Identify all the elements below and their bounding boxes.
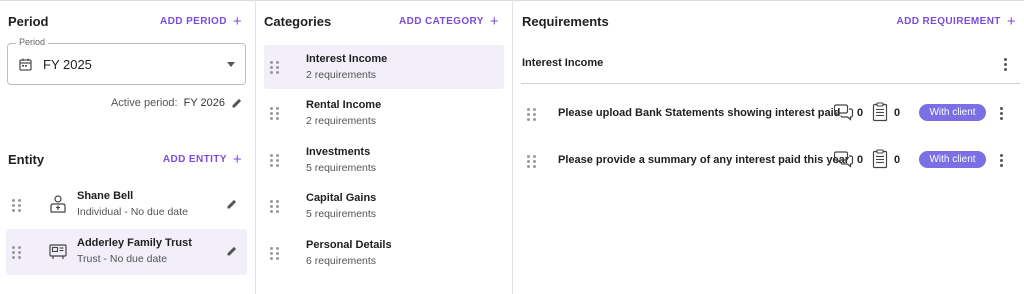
requirements-category-title: Interest Income	[522, 57, 604, 69]
plus-icon: +	[1006, 12, 1016, 30]
category-name: Interest Income	[306, 53, 388, 65]
more-vert-icon[interactable]	[1002, 58, 1008, 71]
requirements-title: Requirements	[522, 13, 609, 29]
chevron-down-icon	[227, 62, 235, 67]
divider	[521, 83, 1020, 84]
add-period-button[interactable]: ADD PERIOD +	[160, 14, 242, 29]
comment-count: 0	[857, 107, 864, 119]
clipboard-icon[interactable]	[872, 102, 888, 122]
document-count: 0	[894, 107, 901, 119]
drag-handle-icon[interactable]	[12, 199, 21, 212]
drag-handle-icon[interactable]	[527, 155, 536, 168]
more-vert-icon[interactable]	[998, 154, 1004, 167]
entity-item-shane-bell[interactable]: Shane Bell Individual - No due date	[6, 182, 247, 228]
add-entity-label: ADD ENTITY	[162, 153, 227, 165]
category-item-interest-income[interactable]: Interest Income 2 requirements	[264, 45, 504, 89]
category-name: Capital Gains	[306, 192, 377, 204]
plus-icon: +	[232, 12, 242, 30]
add-requirement-label: ADD REQUIREMENT	[896, 15, 1001, 27]
categories-panel: Categories ADD CATEGORY + Interest Incom…	[256, 0, 513, 294]
category-count: 5 requirements	[306, 162, 377, 174]
active-period-value: FY 2026	[183, 97, 225, 109]
drag-handle-icon[interactable]	[270, 200, 279, 213]
drag-handle-icon[interactable]	[12, 246, 21, 259]
period-select[interactable]: Period FY 2025	[7, 37, 246, 85]
entity-name: Adderley Family Trust	[77, 237, 192, 249]
plus-icon: +	[489, 12, 499, 30]
period-selected-value: FY 2025	[43, 57, 92, 72]
plus-icon: +	[232, 150, 242, 168]
comments-icon[interactable]	[834, 150, 854, 168]
add-requirement-button[interactable]: ADD REQUIREMENT +	[896, 14, 1016, 29]
add-entity-button[interactable]: ADD ENTITY +	[163, 152, 242, 167]
category-name: Investments	[306, 146, 371, 158]
drag-handle-icon[interactable]	[270, 154, 279, 167]
clipboard-icon[interactable]	[872, 149, 888, 169]
period-header: Period ADD PERIOD +	[0, 11, 255, 31]
drag-handle-icon[interactable]	[270, 107, 279, 120]
edit-icon[interactable]	[226, 245, 238, 257]
period-field-label: Period	[16, 37, 49, 47]
trust-icon	[49, 244, 67, 259]
status-badge[interactable]: With client	[919, 104, 986, 121]
entity-subtitle: Trust - No due date	[77, 253, 168, 265]
requirement-text: Please upload Bank Statements showing in…	[558, 107, 841, 119]
categories-header: Categories ADD CATEGORY +	[256, 11, 512, 31]
add-category-label: ADD CATEGORY	[399, 15, 484, 27]
comment-count: 0	[857, 154, 864, 166]
status-badge[interactable]: With client	[919, 151, 986, 168]
category-item-personal-details[interactable]: Personal Details 6 requirements	[264, 231, 504, 275]
add-period-label: ADD PERIOD	[160, 15, 227, 27]
add-category-button[interactable]: ADD CATEGORY +	[399, 14, 499, 29]
calendar-icon	[19, 58, 32, 71]
comments-icon[interactable]	[834, 103, 854, 121]
category-name: Rental Income	[306, 99, 382, 111]
period-entity-panel: Period ADD PERIOD + Period FY 2025 Activ…	[0, 0, 256, 294]
person-icon	[50, 195, 66, 213]
category-name: Personal Details	[306, 239, 392, 251]
drag-handle-icon[interactable]	[527, 108, 536, 121]
period-title: Period	[8, 13, 49, 29]
category-item-capital-gains[interactable]: Capital Gains 5 requirements	[264, 184, 504, 228]
requirement-row[interactable]: Please upload Bank Statements showing in…	[513, 99, 1024, 129]
more-vert-icon[interactable]	[998, 107, 1004, 120]
category-count: 6 requirements	[306, 255, 377, 267]
edit-icon[interactable]	[231, 97, 243, 109]
category-count: 5 requirements	[306, 208, 377, 220]
requirement-text: Please provide a summary of any interest…	[558, 154, 850, 166]
entity-item-adderley-family-trust[interactable]: Adderley Family Trust Trust - No due dat…	[6, 229, 247, 275]
category-item-investments[interactable]: Investments 5 requirements	[264, 138, 504, 182]
active-period: Active period: FY 2026	[111, 97, 243, 109]
entity-header: Entity ADD ENTITY +	[0, 149, 255, 169]
entity-subtitle: Individual - No due date	[77, 206, 188, 218]
drag-handle-icon[interactable]	[270, 61, 279, 74]
requirements-header: Requirements ADD REQUIREMENT +	[513, 11, 1024, 31]
entity-name: Shane Bell	[77, 190, 134, 202]
edit-icon[interactable]	[226, 198, 238, 210]
requirement-row[interactable]: Please provide a summary of any interest…	[513, 146, 1024, 176]
document-count: 0	[894, 154, 901, 166]
entity-title: Entity	[8, 151, 45, 167]
category-count: 2 requirements	[306, 115, 377, 127]
category-item-rental-income[interactable]: Rental Income 2 requirements	[264, 91, 504, 135]
requirements-panel: Requirements ADD REQUIREMENT + Interest …	[513, 0, 1024, 294]
active-period-label: Active period:	[110, 97, 178, 109]
drag-handle-icon[interactable]	[270, 247, 279, 260]
category-count: 2 requirements	[306, 69, 377, 81]
categories-title: Categories	[264, 13, 332, 29]
